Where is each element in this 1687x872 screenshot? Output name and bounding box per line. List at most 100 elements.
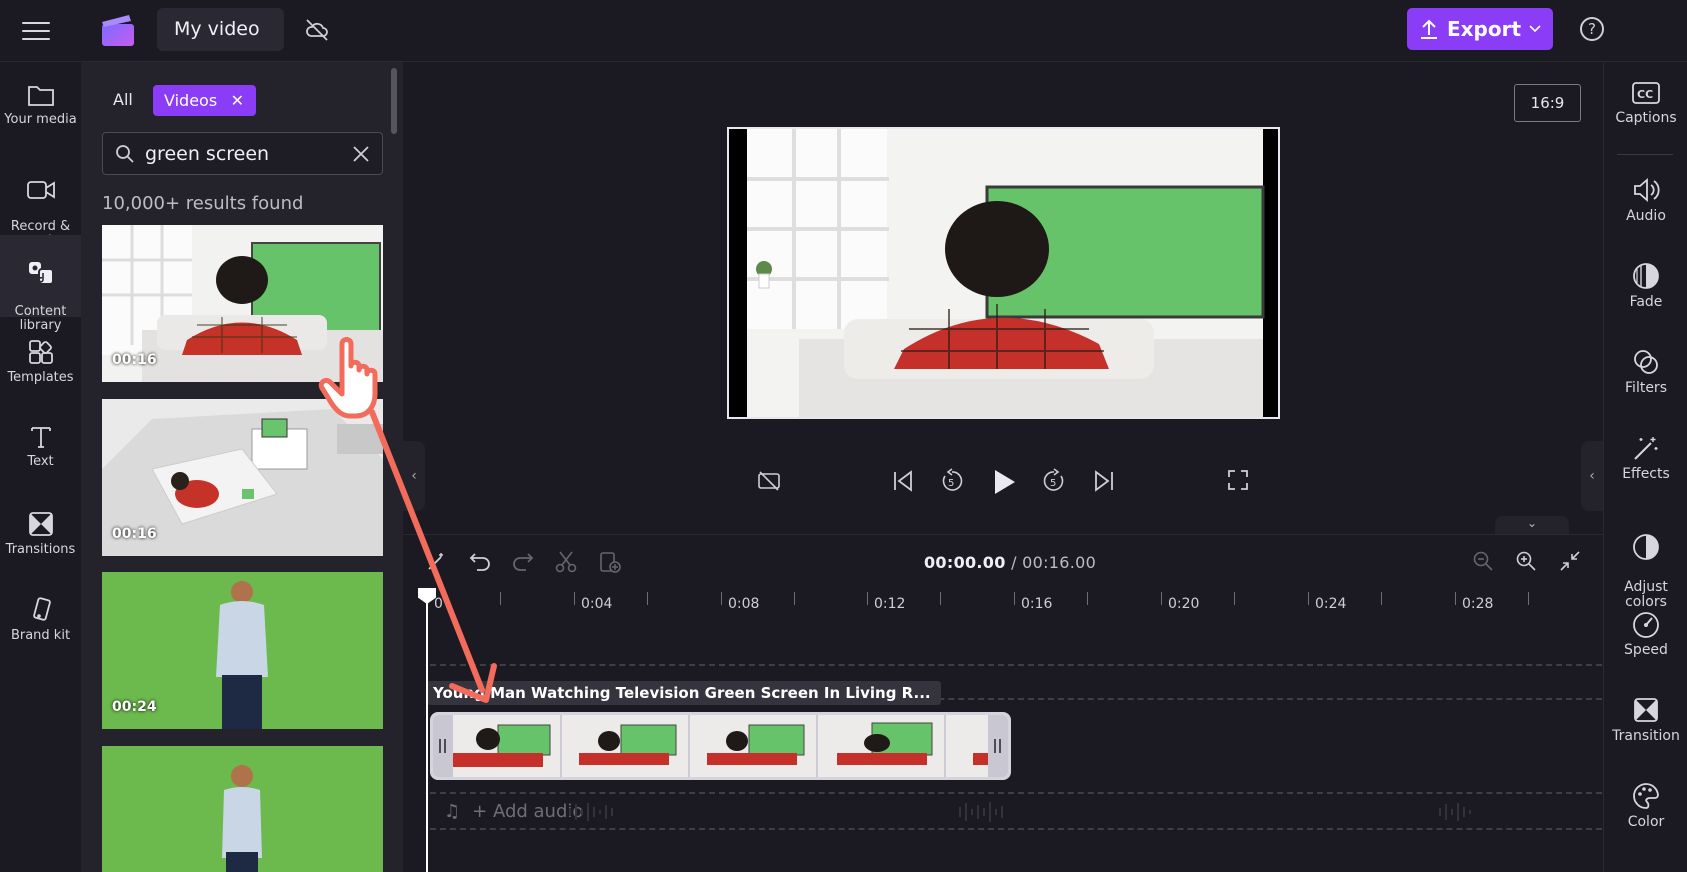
collapse-left-panel-button[interactable]: ‹ bbox=[403, 441, 425, 511]
prop-color[interactable]: Color bbox=[1604, 782, 1687, 830]
export-button[interactable]: Export bbox=[1407, 8, 1553, 50]
magic-wand-icon bbox=[1634, 437, 1658, 460]
ruler-tick bbox=[1234, 592, 1235, 605]
nav-text[interactable]: Text bbox=[0, 424, 81, 494]
nav-your-media[interactable]: Your media bbox=[0, 82, 81, 152]
aspect-ratio-button[interactable]: 16:9 bbox=[1514, 84, 1581, 122]
text-track-divider bbox=[430, 664, 1602, 666]
nav-record-create[interactable]: Record & create bbox=[0, 164, 81, 248]
video-preview bbox=[727, 127, 1280, 419]
adjust-colors-icon bbox=[1633, 534, 1659, 560]
right-properties-bar: CC Captions Audio Fade Filters Effects A… bbox=[1603, 62, 1687, 872]
nav-brand-kit[interactable]: Brand kit bbox=[0, 596, 81, 666]
clip-trim-handle-left[interactable] bbox=[433, 715, 453, 777]
skip-forward-icon[interactable] bbox=[1092, 468, 1116, 494]
ruler-label: 0:12 bbox=[874, 596, 906, 612]
redo-icon[interactable] bbox=[511, 550, 535, 572]
prop-fade[interactable]: Fade bbox=[1604, 262, 1687, 310]
ruler-tick bbox=[1528, 592, 1529, 605]
playhead[interactable] bbox=[426, 590, 428, 872]
brand-kit-icon bbox=[32, 597, 51, 621]
library-icon bbox=[28, 262, 54, 285]
video-thumbnail[interactable]: 00:24 bbox=[102, 572, 383, 729]
scissors-icon[interactable] bbox=[554, 550, 578, 574]
panel-scrollbar[interactable] bbox=[391, 68, 397, 134]
prop-label: Color bbox=[1627, 814, 1665, 830]
video-thumbnail[interactable]: 00:16 bbox=[102, 399, 383, 556]
video-clip[interactable] bbox=[430, 712, 1011, 780]
prop-label: Filters bbox=[1625, 380, 1667, 396]
clear-search-icon[interactable] bbox=[352, 145, 370, 163]
svg-text:CC: CC bbox=[1637, 88, 1653, 101]
cloud-offline-icon[interactable] bbox=[304, 17, 330, 47]
skip-back-icon[interactable] bbox=[891, 468, 915, 494]
svg-text:5: 5 bbox=[1050, 478, 1056, 489]
divider bbox=[1617, 154, 1673, 155]
clip-trim-handle-right[interactable] bbox=[988, 715, 1008, 777]
video-duration: 00:16 bbox=[112, 526, 157, 542]
magic-tool-icon[interactable] bbox=[426, 550, 448, 572]
nav-label: Brand kit bbox=[10, 628, 71, 643]
nav-transitions[interactable]: Transitions bbox=[0, 510, 81, 580]
ruler-tick bbox=[647, 592, 648, 605]
filters-icon bbox=[1634, 350, 1658, 374]
export-label: Export bbox=[1446, 17, 1522, 41]
search-input[interactable] bbox=[145, 141, 335, 167]
ruler-tick bbox=[1308, 592, 1309, 605]
music-note-icon: ♫ bbox=[444, 801, 461, 822]
prop-filters[interactable]: Filters bbox=[1604, 348, 1687, 396]
video-duration: 00:24 bbox=[112, 699, 157, 715]
zoom-out-icon[interactable] bbox=[1472, 550, 1494, 572]
ruler-label: 0:16 bbox=[1021, 596, 1053, 612]
add-audio-label: + Add audio bbox=[472, 801, 584, 822]
clip-title: Young Man Watching Television Green Scre… bbox=[427, 681, 941, 705]
fullscreen-icon[interactable] bbox=[1226, 468, 1250, 492]
collapse-right-panel-button[interactable]: ‹ bbox=[1581, 441, 1603, 511]
hamburger-menu-icon[interactable] bbox=[22, 18, 50, 42]
nav-content-library[interactable]: Content library bbox=[0, 235, 81, 333]
ruler-tick bbox=[574, 592, 575, 605]
rewind-5-icon[interactable]: 5 bbox=[939, 468, 965, 494]
forward-5-icon[interactable]: 5 bbox=[1041, 468, 1067, 494]
folder-icon bbox=[27, 86, 54, 106]
timecode: 00:00.00 / 00:16.00 bbox=[924, 553, 1096, 572]
play-icon[interactable] bbox=[991, 468, 1017, 496]
undo-icon[interactable] bbox=[468, 550, 492, 572]
collapse-preview-button[interactable]: ⌄ bbox=[1495, 516, 1569, 534]
filter-videos-chip[interactable]: Videos ✕ bbox=[153, 85, 256, 116]
captions-icon: CC bbox=[1632, 82, 1660, 104]
timeline-ruler[interactable]: 0 0:04 0:08 0:12 0:16 0:20 0:24 0:28 bbox=[424, 590, 1603, 618]
nav-templates[interactable]: Templates bbox=[0, 338, 81, 408]
clipchamp-logo bbox=[101, 13, 135, 51]
prop-speed[interactable]: Speed bbox=[1604, 610, 1687, 658]
current-time: 00:00.00 bbox=[924, 553, 1006, 572]
time-separator: / bbox=[1005, 553, 1023, 572]
speedometer-icon bbox=[1633, 612, 1659, 638]
speaker-icon bbox=[1634, 178, 1660, 202]
prop-captions[interactable]: CC Captions bbox=[1604, 80, 1687, 126]
video-thumbnail[interactable]: 00:16 bbox=[102, 225, 383, 382]
prop-label: Audio bbox=[1626, 208, 1666, 224]
ruler-tick bbox=[867, 592, 868, 605]
filter-all[interactable]: All bbox=[113, 90, 133, 109]
nav-label: Templates bbox=[7, 370, 74, 385]
prop-audio[interactable]: Audio bbox=[1604, 176, 1687, 224]
prop-effects[interactable]: Effects bbox=[1604, 434, 1687, 482]
project-title[interactable]: My video bbox=[157, 8, 284, 51]
close-icon[interactable]: ✕ bbox=[231, 85, 244, 116]
fit-timeline-icon[interactable] bbox=[1559, 550, 1581, 572]
zoom-in-icon[interactable] bbox=[1515, 550, 1537, 572]
prop-adjust-colors[interactable]: Adjust colors bbox=[1604, 518, 1687, 610]
prop-transition[interactable]: Transition bbox=[1604, 696, 1687, 744]
chevron-left-icon: ‹ bbox=[1589, 468, 1595, 484]
ruler-label: 0:20 bbox=[1168, 596, 1200, 612]
video-thumbnail[interactable] bbox=[102, 746, 383, 872]
svg-text:5: 5 bbox=[948, 478, 954, 489]
help-icon[interactable]: ? bbox=[1580, 17, 1604, 41]
search-icon bbox=[116, 145, 134, 163]
add-audio-track[interactable]: ♫ + Add audio bbox=[444, 801, 583, 822]
prop-label: Speed bbox=[1624, 642, 1668, 658]
add-to-timeline-icon[interactable] bbox=[598, 550, 622, 574]
hide-preview-icon[interactable] bbox=[756, 468, 782, 494]
results-count: 10,000+ results found bbox=[102, 193, 304, 214]
